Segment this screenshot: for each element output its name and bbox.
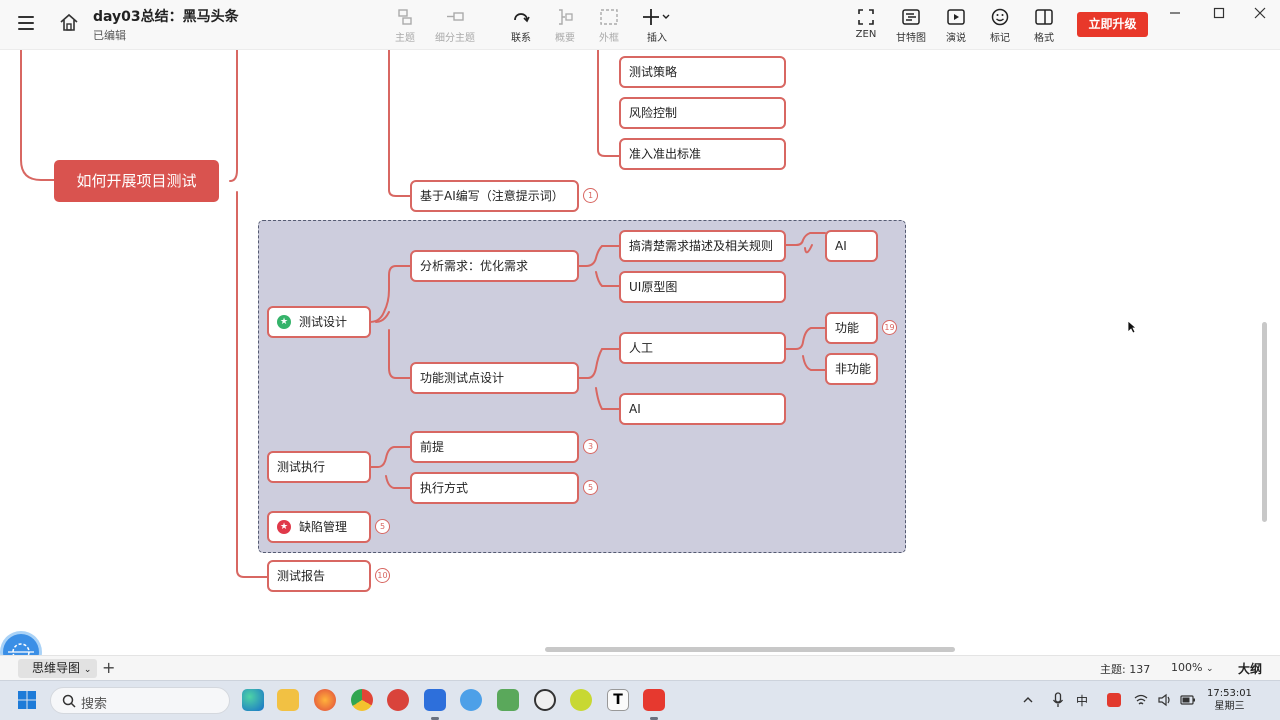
topic-entry-exit-criteria[interactable]: 准入准出标准 [619, 138, 786, 170]
browser-icon[interactable] [460, 689, 482, 711]
ime-app-icon[interactable] [1107, 693, 1121, 707]
boundary-icon [600, 9, 618, 25]
horizontal-scrollbar[interactable] [545, 647, 955, 652]
menu-icon[interactable] [18, 16, 34, 30]
subtopic-button[interactable]: 细分主题 [429, 7, 481, 44]
insert-button[interactable]: 插入 [631, 7, 683, 44]
outline-button[interactable]: 大纲 [1238, 660, 1262, 677]
topic-analyze-requirements[interactable]: 分析需求：优化需求 [410, 250, 579, 282]
present-icon [947, 9, 965, 25]
volume-icon[interactable] [1158, 693, 1172, 707]
sheet-tab[interactable]: 思维导图 ⌄ [18, 659, 98, 678]
minimize-icon[interactable] [1168, 6, 1182, 20]
topic-ai[interactable]: AI [825, 230, 878, 262]
xmind-icon[interactable] [643, 689, 665, 720]
zoom-level[interactable]: 100% ⌄ [1171, 661, 1214, 674]
app-icon[interactable] [570, 689, 592, 711]
mouse-cursor-icon [1127, 320, 1137, 334]
topic-function-test-points[interactable]: 功能测试点设计 [410, 362, 579, 394]
system-clock[interactable]: 17:53:01 星期三 [1207, 687, 1252, 713]
text-editor-icon[interactable]: T [607, 689, 629, 711]
chevron-down-icon: ⌄ [83, 665, 92, 675]
app-icon[interactable] [497, 689, 519, 711]
chevron-up-icon[interactable] [1022, 694, 1034, 706]
format-icon [1035, 9, 1053, 25]
topic-button[interactable]: 主题 [379, 7, 431, 44]
insert-icon [643, 9, 670, 25]
topic-non-functional[interactable]: 非功能 [825, 353, 878, 385]
microphone-icon[interactable] [1052, 692, 1064, 708]
topic-functional[interactable]: 功能 [825, 312, 878, 344]
assistant-icon [8, 643, 34, 655]
home-icon[interactable] [58, 12, 80, 34]
topic-strategy[interactable]: 测试策略 [619, 56, 786, 88]
taskbar: 搜索 T 中 17:53:01 星期三 [0, 680, 1280, 720]
close-icon[interactable] [1253, 6, 1267, 20]
topic-count-badge[interactable]: 3 [583, 439, 598, 454]
input-method-indicator[interactable]: 中 [1076, 692, 1088, 709]
subtopic-icon [447, 12, 464, 21]
marker-icon [991, 8, 1009, 26]
topic-manual[interactable]: 人工 [619, 332, 786, 364]
chevron-down-icon: ⌄ [1205, 664, 1214, 674]
file-explorer-icon[interactable] [277, 689, 299, 711]
taskbar-search[interactable]: 搜索 [50, 687, 230, 714]
document-title: day03总结：黑马头条 [93, 9, 239, 25]
firefox-icon[interactable] [314, 689, 336, 711]
topic-test-execution[interactable]: 测试执行 [267, 451, 371, 483]
topic-count-badge[interactable]: 5 [583, 480, 598, 495]
topic-premise[interactable]: 前提 [410, 431, 579, 463]
topic-clarify-requirements[interactable]: 搞清楚需求描述及相关规则 [619, 230, 786, 262]
upgrade-button[interactable]: 立即升级 [1077, 12, 1148, 37]
add-sheet-button[interactable]: + [102, 658, 115, 677]
mindmap-canvas[interactable]: 如何开展项目测试 测试策略 风险控制 准入准出标准 基于AI编写（注意提示词） … [0, 50, 1280, 655]
topic-ui-prototype[interactable]: UI原型图 [619, 271, 786, 303]
topic-ai[interactable]: AI [619, 393, 786, 425]
topic-test-report[interactable]: 测试报告 [267, 560, 371, 592]
save-status: 已编辑 [93, 29, 126, 42]
gantt-icon [902, 9, 920, 25]
zen-icon [858, 9, 874, 25]
search-icon [62, 694, 76, 708]
chat-app-icon[interactable] [424, 689, 446, 720]
edge-icon[interactable] [242, 689, 264, 711]
status-bar: 思维导图 ⌄ + 主题: 137 100% ⌄ 大纲 [0, 655, 1280, 680]
topic-execution-mode[interactable]: 执行方式 [410, 472, 579, 504]
maximize-icon[interactable] [1212, 6, 1226, 20]
topic-count-badge[interactable]: 10 [375, 568, 390, 583]
star-marker-icon: ★ [277, 314, 291, 329]
xmind-window: day03总结：黑马头条 已编辑 主题 细分主题 联系 概要 外框 插入 ZEN… [0, 0, 1280, 720]
format-button[interactable]: 格式 [1018, 7, 1070, 44]
root-topic[interactable]: 如何开展项目测试 [54, 160, 219, 202]
boundary-button[interactable]: 外框 [583, 7, 635, 44]
battery-icon[interactable] [1180, 693, 1196, 707]
topic-ai-write[interactable]: 基于AI编写（注意提示词） [410, 180, 579, 212]
vertical-scrollbar[interactable] [1262, 322, 1267, 522]
summary-icon [559, 9, 573, 25]
floating-assistant-button[interactable] [3, 634, 39, 655]
topic-count: 主题: 137 [1100, 663, 1151, 676]
windows-start-icon[interactable] [17, 690, 37, 710]
star-marker-icon: ★ [277, 519, 291, 534]
wifi-icon[interactable] [1134, 693, 1148, 707]
topic-count-badge[interactable]: 1 [583, 188, 598, 203]
relationship-icon [514, 13, 530, 23]
topic-count-badge[interactable]: 5 [375, 519, 390, 534]
office-icon[interactable] [387, 689, 409, 711]
clock-app-icon[interactable] [534, 689, 556, 711]
topic-count-badge[interactable]: 19 [882, 320, 897, 335]
topic-defect-management[interactable]: ★ 缺陷管理 [267, 511, 371, 543]
top-toolbar: day03总结：黑马头条 已编辑 主题 细分主题 联系 概要 外框 插入 ZEN… [0, 0, 1280, 50]
topic-icon [398, 9, 412, 25]
chrome-icon[interactable] [351, 689, 373, 711]
topic-test-design[interactable]: ★ 测试设计 [267, 306, 371, 338]
topic-risk-control[interactable]: 风险控制 [619, 97, 786, 129]
